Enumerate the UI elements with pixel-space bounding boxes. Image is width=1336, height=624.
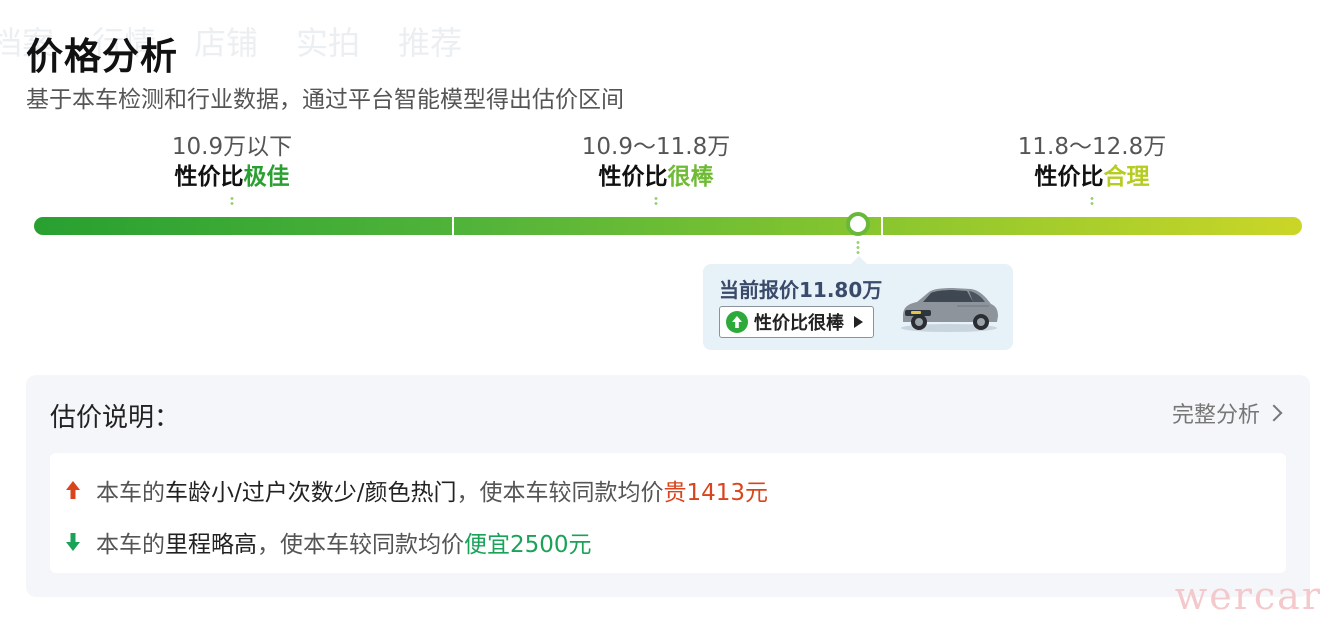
rating-highlight: 合理 [1103,164,1150,190]
reason-prefix: 本车的 [96,480,165,506]
card-arrow [851,256,867,264]
range-pointer-dots [654,196,658,206]
range-label-excellent: 10.9万以下 性价比极佳 [82,132,382,192]
tab-tuijian: 推荐 [398,24,463,62]
current-price-card[interactable]: 当前报价11.80万 性价比很棒 [703,256,1013,350]
tab-dianpu: 店铺 [194,24,259,62]
full-analysis-link[interactable]: 完整分析 [1171,397,1283,429]
reason-item-price-down: 本车的 里程略高 ，使本车较同款均价 便宜2500元 [64,525,592,559]
red-up-arrow-icon [66,481,80,499]
price-range-bar [34,212,1302,236]
reason-item-price-up: 本车的 车龄小/过户次数少/颜色热门 ，使本车较同款均价 贵1413元 [64,473,768,507]
page-subtitle: 基于本车检测和行业数据，通过平台智能模型得出估价区间 [26,87,624,113]
range-pointer-dots [1090,196,1094,206]
rating-prefix: 性价比 [1034,164,1104,190]
explanation-title: 估价说明： [50,403,181,433]
range-pointer-dots [230,196,234,206]
marker-pointer-dots [856,240,860,254]
reason-effect: 贵1413元 [663,480,769,506]
reason-factor: 车龄小/过户次数少/颜色热门 [165,480,457,506]
reasons-list: 本车的 车龄小/过户次数少/颜色热门 ，使本车较同款均价 贵1413元 本车的 里程略高… [50,453,1286,573]
range-rating: 性价比合理 [942,162,1242,192]
play-icon [854,316,863,328]
range-rating: 性价比极佳 [82,162,382,192]
up-arrow-icon [726,311,748,333]
range-rating: 性价比很棒 [506,162,806,192]
range-divider [881,217,883,235]
page-title: 价格分析 [26,35,178,78]
rating-prefix: 性价比 [174,164,244,190]
current-price-label: 当前报价11.80万 [719,278,883,302]
reason-effect: 便宜2500元 [464,532,592,558]
range-label-reasonable: 11.8～12.8万 性价比合理 [942,132,1242,192]
reason-middle: ，使本车较同款均价 [257,532,464,558]
range-value: 10.9万以下 [171,134,293,160]
range-divider [452,217,454,235]
value-rating-badge[interactable]: 性价比很棒 [719,306,874,338]
rating-highlight: 很棒 [667,164,714,190]
range-label-great: 10.9～11.8万 性价比很棒 [506,132,806,192]
reason-prefix: 本车的 [96,532,165,558]
reason-factor: 里程略高 [165,532,257,558]
estimate-explanation-panel: 估价说明： 完整分析 本车的 车龄小/过户次数少/颜色热门 ，使本车较同款均价 贵14… [26,375,1310,597]
range-value: 11.8～12.8万 [1017,134,1167,160]
range-value: 10.9～11.8万 [581,134,731,160]
current-price-marker [846,212,870,236]
car-image [901,288,998,332]
watermark: wercar [1174,574,1322,618]
reason-middle: ，使本车较同款均价 [456,480,664,506]
tab-shipai: 实拍 [296,24,361,62]
badge-label: 性价比很棒 [754,313,844,334]
full-analysis-label: 完整分析 [1171,403,1260,428]
chevron-right-icon [1265,404,1283,422]
green-down-arrow-icon [66,533,80,551]
rating-highlight: 极佳 [243,164,290,190]
price-range-track [34,217,1302,235]
rating-prefix: 性价比 [598,164,668,190]
